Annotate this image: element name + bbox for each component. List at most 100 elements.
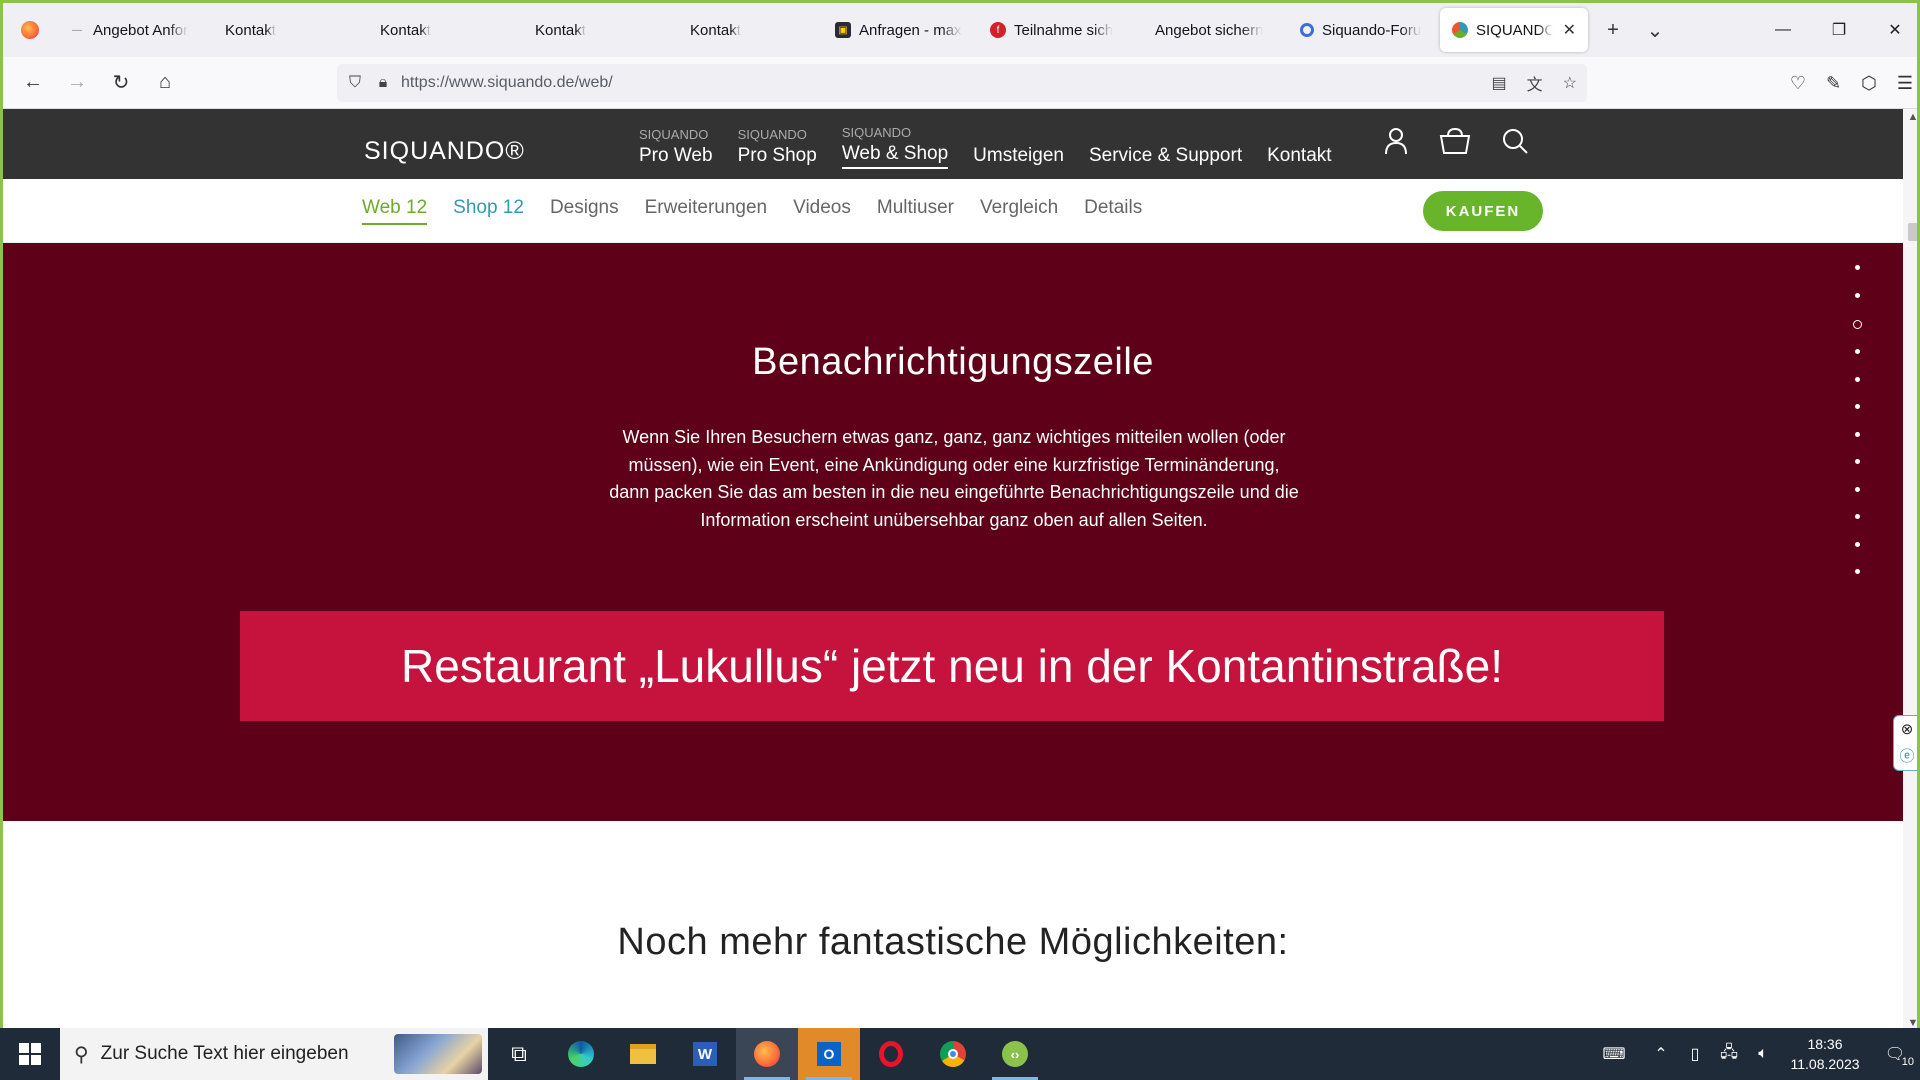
opera-icon[interactable] (860, 1028, 922, 1080)
user-icon[interactable] (1383, 127, 1409, 162)
device-icon[interactable]: ▯ (1678, 1044, 1712, 1064)
close-tab-icon[interactable]: ✕ (1563, 20, 1576, 40)
code-app-icon[interactable]: ‹› (984, 1028, 1046, 1080)
task-view-icon[interactable]: ⧉ (488, 1028, 550, 1080)
subnav-web-12[interactable]: Web 12 (362, 197, 428, 225)
windows-logo-icon (19, 1043, 41, 1065)
buy-button[interactable]: KAUFEN (1423, 191, 1543, 231)
nav-sup: SIQUANDO (841, 125, 912, 140)
search-icon[interactable] (1501, 127, 1529, 162)
restore-button[interactable]: ❐ (1811, 3, 1867, 57)
tab-label: Angebot sichern (1155, 21, 1264, 39)
tab[interactable]: Kontakt (358, 3, 513, 57)
tab-list-button[interactable]: ⌄ (1634, 3, 1676, 57)
subnav-designs[interactable]: Designs (550, 197, 619, 225)
section-dot-active[interactable] (1852, 320, 1862, 329)
tab-active[interactable]: SIQUANDO ✕ (1440, 8, 1588, 52)
subnav-videos[interactable]: Videos (793, 197, 851, 225)
home-icon[interactable]: ⌂ (143, 61, 187, 105)
scroll-up-icon[interactable]: ▲ (1903, 111, 1917, 123)
tab-label: Teilnahme sich (1014, 21, 1114, 39)
section-dot[interactable] (1854, 265, 1860, 270)
tab[interactable]: Angebot sichern (1133, 3, 1288, 57)
tab[interactable]: Kontakt (203, 3, 358, 57)
menu-icon[interactable]: ☰ (1897, 73, 1913, 94)
nav-label: Web & Shop (841, 141, 949, 169)
new-tab-button[interactable]: + (1592, 3, 1634, 57)
subnav-details[interactable]: Details (1084, 197, 1142, 225)
taskbar-search[interactable]: ⚲ Zur Suche Text hier eingeben (60, 1028, 488, 1080)
tab-label: Siquando-Foru (1322, 21, 1422, 39)
section-dot[interactable] (1854, 292, 1860, 298)
word-icon[interactable]: W (674, 1028, 736, 1080)
tab[interactable]: Kontakt (668, 3, 823, 57)
url-bar[interactable]: ⛉ 🔒︎ https://www.siquando.de/web/ ▤ 文 ☆ (337, 64, 1587, 102)
scroll-thumb[interactable] (1908, 223, 1917, 241)
section-dot[interactable] (1854, 486, 1860, 492)
keyboard-layout-icon[interactable]: ⌨ (1584, 1044, 1644, 1064)
clock[interactable]: 18:36 11.08.2023 (1780, 1034, 1870, 1074)
nav-label: Pro Shop (737, 145, 817, 166)
outlook-icon[interactable]: O (798, 1028, 860, 1080)
edge-e-icon[interactable]: ⓔ (1899, 745, 1914, 766)
minimize-button[interactable]: — (1755, 3, 1811, 57)
subnav-erweiterungen[interactable]: Erweiterungen (645, 197, 768, 225)
start-button[interactable] (0, 1028, 60, 1080)
chrome-icon[interactable] (922, 1028, 984, 1080)
show-hidden-icons[interactable]: ⌃ (1644, 1044, 1678, 1064)
nav-item-web-shop[interactable]: SIQUANDO Web & Shop (841, 123, 949, 173)
shield-icon[interactable]: ⛉ (337, 74, 373, 92)
volume-icon[interactable]: 🔈︎ (1746, 1045, 1780, 1063)
edge-icon[interactable] (550, 1028, 612, 1080)
url-text[interactable]: https://www.siquando.de/web/ (401, 74, 613, 92)
extensions-icon[interactable]: ⬡ (1861, 73, 1877, 94)
clock-date: 11.08.2023 (1790, 1056, 1860, 1072)
tab[interactable]: f Teilnahme sich (978, 3, 1133, 57)
section-dot[interactable] (1854, 404, 1860, 409)
nav-item-kontakt[interactable]: Kontakt (1267, 123, 1331, 173)
nav-item-pro-shop[interactable]: SIQUANDO Pro Shop (738, 123, 817, 173)
notification-count: 10 (1901, 1056, 1914, 1068)
network-icon[interactable]: 🖧︎ (1712, 1041, 1746, 1068)
nav-label: Pro Web (639, 145, 713, 166)
siquando-logo[interactable]: SIQUANDO® (364, 137, 525, 166)
firefox-menu-icon[interactable] (3, 3, 57, 57)
browser-window: — Angebot Anfor Kontakt Kontakt Kontakt … (0, 0, 1920, 1080)
section-dot[interactable] (1854, 376, 1860, 382)
reader-view-icon[interactable]: ▤ (1492, 73, 1507, 93)
back-icon[interactable]: ← (11, 61, 55, 105)
tab[interactable]: Kontakt (513, 3, 668, 57)
nav-label: Umsteigen (973, 145, 1064, 166)
subnav-multiuser[interactable]: Multiuser (877, 197, 954, 225)
lock-icon[interactable]: 🔒︎ (373, 74, 393, 92)
bookmark-star-icon[interactable]: ☆ (1563, 73, 1577, 93)
pocket-icon[interactable]: ♡ (1790, 73, 1806, 94)
translate-icon[interactable]: 文 (1527, 71, 1543, 95)
subnav-vergleich[interactable]: Vergleich (980, 197, 1058, 225)
close-circle-icon[interactable]: ⊗ (1901, 720, 1914, 738)
firefox-taskbar-icon[interactable] (736, 1028, 798, 1080)
nav-sup: SIQUANDO (737, 127, 807, 142)
nav-item-umsteigen[interactable]: Umsteigen (973, 123, 1064, 173)
cart-icon[interactable] (1439, 127, 1471, 162)
tab[interactable]: ▣ Anfragen - max (823, 3, 978, 57)
close-window-button[interactable]: ✕ (1867, 3, 1917, 57)
tab[interactable]: Siquando-Foru (1288, 3, 1436, 57)
subnav-shop-12[interactable]: Shop 12 (453, 197, 524, 225)
eyedropper-icon[interactable]: ✎ (1826, 73, 1841, 94)
section-dot[interactable] (1854, 541, 1860, 547)
tab[interactable]: — Angebot Anfor (57, 3, 203, 57)
nav-item-pro-web[interactable]: SIQUANDO Pro Web (639, 123, 713, 173)
forward-icon[interactable]: → (55, 61, 99, 105)
section-dot[interactable] (1854, 514, 1860, 519)
notification-center-icon[interactable]: 🗨︎ 10 (1870, 1044, 1920, 1068)
reload-icon[interactable]: ↻ (99, 61, 143, 105)
vertical-scrollbar[interactable]: ▲ ▼ (1903, 109, 1917, 1031)
file-explorer-icon[interactable] (612, 1028, 674, 1080)
section-dot[interactable] (1854, 459, 1860, 464)
section-dot[interactable] (1854, 431, 1860, 437)
section-dot[interactable] (1854, 349, 1860, 354)
tab-label: SIQUANDO (1476, 21, 1553, 39)
section-dot[interactable] (1854, 569, 1860, 574)
nav-item-service-support[interactable]: Service & Support (1089, 123, 1242, 173)
